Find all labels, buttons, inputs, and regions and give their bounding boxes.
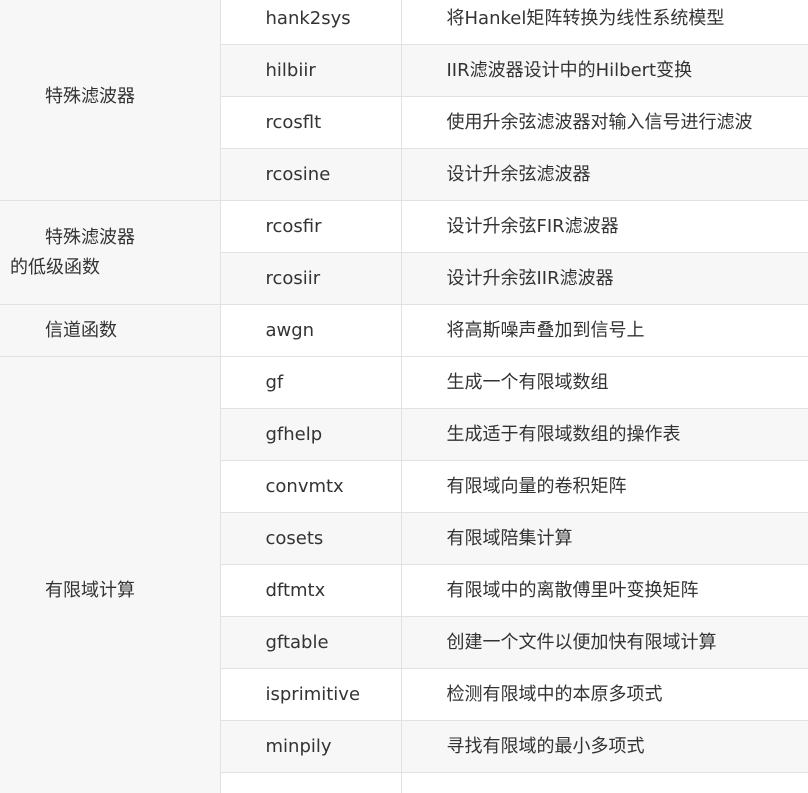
function-desc-cell: 有限域中的离散傅里叶变换矩阵 [401, 564, 808, 617]
function-desc-cell: 创建一个文件以便加快有限域计算 [401, 616, 808, 669]
function-name-cell: minpily [220, 720, 402, 773]
table-row: 有限域计算 gf 生成一个有限域数组 [0, 356, 808, 793]
function-name-cell [220, 772, 402, 793]
function-name-cell: hank2sys [220, 0, 402, 45]
function-name-cell: rcosfir [220, 200, 402, 253]
table-row: 特殊滤波器的低级函数 rcosfir 设计升余弦FIR滤波器 [0, 200, 808, 305]
function-desc-cell: 有限域陪集计算 [401, 512, 808, 565]
function-desc-cell: 设计升余弦IIR滤波器 [401, 252, 808, 305]
function-desc-cell: IIR滤波器设计中的Hilbert变换 [401, 44, 808, 97]
table-row: 特殊滤波器 hank2sys 将Hankel矩阵转换为线性系统模型 [0, 0, 808, 201]
category-cell: 特殊滤波器的低级函数 [0, 200, 221, 305]
function-desc-cell: 生成一个有限域数组 [401, 356, 808, 409]
function-desc-cell: 将Hankel矩阵转换为线性系统模型 [401, 0, 808, 45]
function-desc-cell: 设计升余弦FIR滤波器 [401, 200, 808, 253]
function-name-cell: dftmtx [220, 564, 402, 617]
function-name-cell: gfhelp [220, 408, 402, 461]
function-table-viewport: 特殊滤波器 hank2sys 将Hankel矩阵转换为线性系统模型 hilbii… [0, 0, 808, 793]
function-desc-cell: 有限域向量的卷积矩阵 [401, 460, 808, 513]
function-desc-cell: 使用升余弦滤波器对输入信号进行滤波 [401, 96, 808, 149]
category-cell: 有限域计算 [0, 356, 221, 793]
category-cell: 特殊滤波器 [0, 0, 221, 201]
function-name-cell: gf [220, 356, 402, 409]
function-name-cell: gftable [220, 616, 402, 669]
function-desc-cell: 生成适于有限域数组的操作表 [401, 408, 808, 461]
function-desc-cell: 检测有限域中的本原多项式 [401, 668, 808, 721]
category-cell: 信道函数 [0, 304, 221, 357]
function-name-cell: convmtx [220, 460, 402, 513]
function-desc-cell: 寻找有限域的最小多项式 [401, 720, 808, 773]
table-row: 信道函数 awgn 将高斯噪声叠加到信号上 [0, 304, 808, 357]
function-name-cell: isprimitive [220, 668, 402, 721]
function-desc-cell [401, 772, 808, 793]
function-name-cell: hilbiir [220, 44, 402, 97]
function-name-cell: rcosflt [220, 96, 402, 149]
function-desc-cell: 将高斯噪声叠加到信号上 [401, 304, 808, 357]
function-reference-table: 特殊滤波器 hank2sys 将Hankel矩阵转换为线性系统模型 hilbii… [0, 0, 808, 793]
function-desc-cell: 设计升余弦滤波器 [401, 148, 808, 201]
function-name-cell: rcosine [220, 148, 402, 201]
function-name-cell: awgn [220, 304, 402, 357]
function-name-cell: rcosiir [220, 252, 402, 305]
function-name-cell: cosets [220, 512, 402, 565]
